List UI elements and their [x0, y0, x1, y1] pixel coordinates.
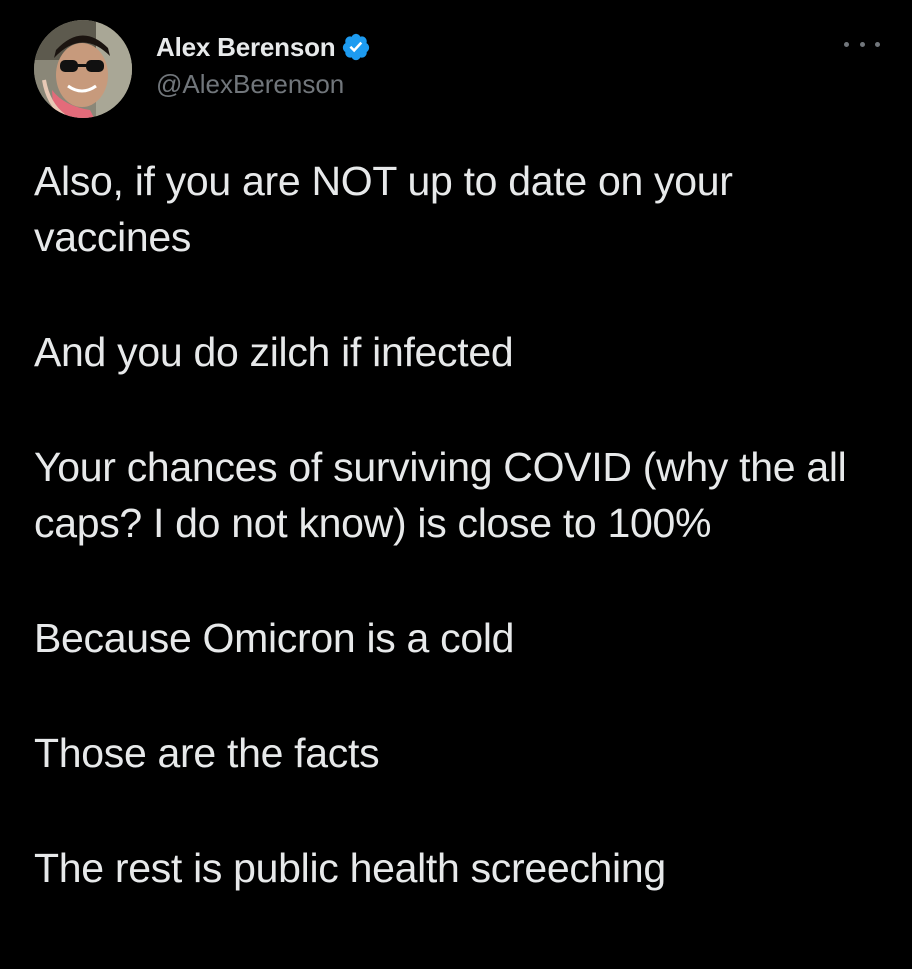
tweet-card: Alex Berenson @AlexBerenson Also, if you…: [0, 0, 912, 969]
more-horizontal-icon: [859, 41, 865, 47]
author-name-row: Alex Berenson: [156, 29, 371, 65]
more-horizontal-icon: [844, 41, 849, 47]
tweet-paragraph: Because Omicron is a cold: [34, 615, 515, 661]
tweet-paragraph: Those are the facts: [34, 730, 380, 776]
profile-photo-icon: [34, 20, 132, 118]
tweet-paragraph: Also, if you are NOT up to date on your …: [34, 158, 733, 260]
tweet-paragraph: Your chances of surviving COVID (why the…: [34, 444, 847, 546]
tweet-header: Alex Berenson @AlexBerenson: [34, 20, 884, 120]
tweet-paragraph: The rest is public health screeching: [34, 845, 666, 891]
avatar[interactable]: [34, 20, 132, 118]
more-options-button[interactable]: [844, 34, 880, 54]
tweet-text: Also, if you are NOT up to date on your …: [34, 153, 874, 896]
author-handle[interactable]: @AlexBerenson: [156, 69, 371, 100]
tweet-paragraph: And you do zilch if infected: [34, 329, 514, 375]
more-horizontal-icon: [875, 41, 880, 47]
verified-badge-icon: [341, 32, 371, 62]
author-info: Alex Berenson @AlexBerenson: [156, 29, 371, 100]
author-display-name[interactable]: Alex Berenson: [156, 32, 336, 63]
